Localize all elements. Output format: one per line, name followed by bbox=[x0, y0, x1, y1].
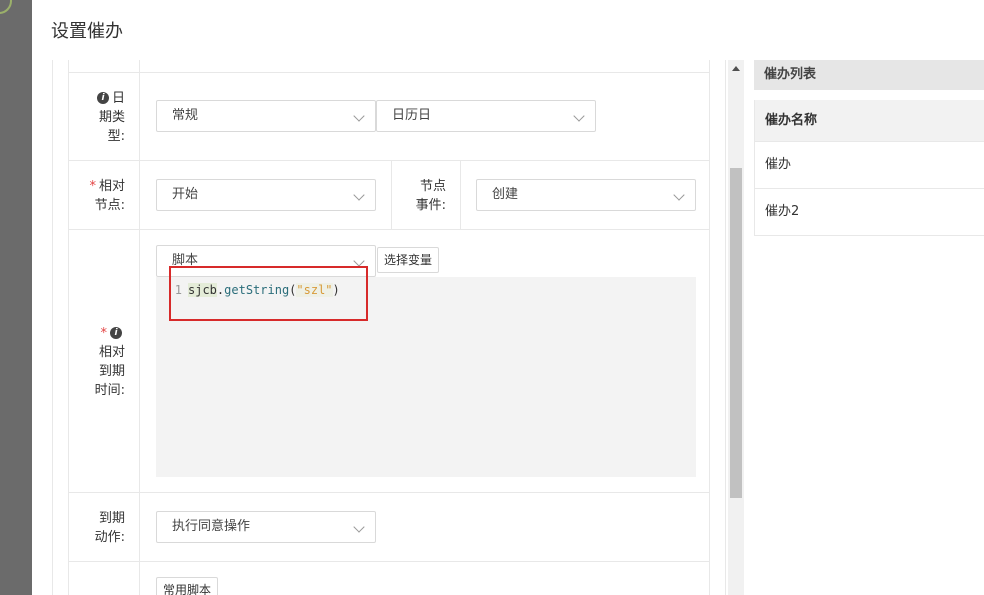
chevron-down-icon bbox=[353, 521, 365, 533]
form-row-relative-node: * 相对 节点: 开始 节点 事件: 创建 bbox=[68, 160, 710, 230]
form-row-common-script: 常用脚本 bbox=[68, 561, 710, 595]
reminder-list-row[interactable]: 催办2 bbox=[755, 189, 984, 236]
calendar-type-select[interactable]: 日历日 bbox=[376, 100, 596, 132]
date-type-label: i日 期类 型: bbox=[69, 73, 140, 161]
required-marker: * bbox=[89, 178, 96, 194]
choose-variable-button[interactable]: 选择变量 bbox=[377, 247, 440, 273]
background-circle-icon bbox=[0, 0, 12, 14]
node-event-select[interactable]: 创建 bbox=[476, 179, 696, 211]
backdrop-overlay bbox=[0, 0, 32, 595]
due-action-select[interactable]: 执行同意操作 bbox=[156, 511, 376, 543]
highlight-annotation-box bbox=[169, 266, 368, 321]
reminder-list-row[interactable]: 催办 bbox=[755, 142, 984, 189]
info-icon[interactable]: i bbox=[110, 327, 122, 339]
form-panel: i日 期类 型: 常规 日历日 * 相对 节点: 开始 节点 事件: 创建 * … bbox=[52, 60, 726, 595]
scroll-up-arrow-icon[interactable] bbox=[732, 66, 740, 71]
chevron-down-icon bbox=[353, 110, 365, 122]
form-row-due-action: 到期 动作: 执行同意操作 bbox=[68, 492, 710, 562]
reminder-list-table: 催办名称 催办 催办2 bbox=[754, 100, 984, 236]
node-event-label: 节点 事件: bbox=[391, 161, 461, 230]
reminder-list-panel: 催办列表 催办名称 催办 催办2 bbox=[754, 60, 984, 595]
dialog-title: 设置催办 bbox=[51, 21, 123, 42]
reminder-settings-dialog: 设置催办 i日 期类 型: 常规 日历日 * 相对 节点: 开始 节点 事件: … bbox=[32, 0, 984, 595]
relative-due-time-label: * i 相对 到期 时间: bbox=[69, 230, 140, 493]
chevron-down-icon bbox=[673, 189, 685, 201]
due-action-select-value: 执行同意操作 bbox=[172, 519, 251, 534]
scrollbar-thumb[interactable] bbox=[730, 168, 742, 498]
info-icon[interactable]: i bbox=[96, 92, 109, 104]
chevron-down-icon bbox=[573, 110, 585, 122]
date-type-select[interactable]: 常规 bbox=[156, 100, 376, 132]
reminder-name-column-header: 催办名称 bbox=[755, 100, 984, 142]
form-row-relative-due-time: * i 相对 到期 时间: 脚本 选择变量 1 sjcb.getString("sz… bbox=[68, 229, 710, 493]
reminder-list-title: 催办列表 bbox=[754, 60, 984, 90]
node-event-select-value: 创建 bbox=[492, 187, 519, 202]
relative-node-select-value: 开始 bbox=[172, 187, 199, 202]
calendar-type-select-value: 日历日 bbox=[392, 108, 432, 123]
chevron-down-icon bbox=[353, 255, 365, 267]
required-marker: * bbox=[100, 325, 108, 341]
relative-node-select[interactable]: 开始 bbox=[156, 179, 376, 211]
chevron-down-icon bbox=[353, 189, 365, 201]
due-action-label: 到期 动作: bbox=[69, 493, 140, 562]
form-scrollbar[interactable] bbox=[728, 60, 744, 595]
form-row-date-type: i日 期类 型: 常规 日历日 bbox=[68, 72, 710, 161]
date-type-select-value: 常规 bbox=[172, 108, 199, 123]
relative-node-label: * 相对 节点: bbox=[69, 161, 140, 230]
form-label-cell bbox=[69, 562, 140, 595]
common-script-button[interactable]: 常用脚本 bbox=[156, 577, 219, 595]
